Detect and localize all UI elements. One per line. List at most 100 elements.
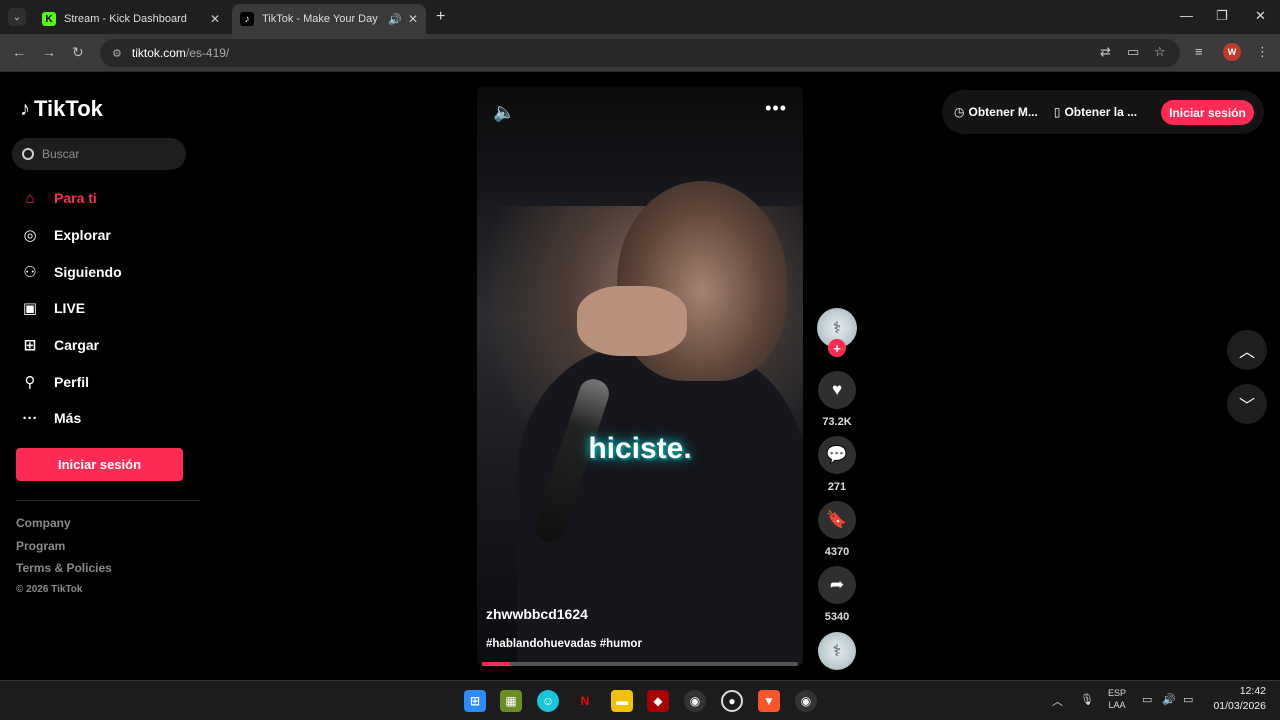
tab-kick-dashboard[interactable]: K Stream - Kick Dashboard ✕	[34, 4, 228, 34]
sidebar-item-cargar[interactable]: ⊞ Cargar	[20, 327, 122, 364]
profile-icon: ⚲	[24, 373, 36, 391]
brave-icon[interactable]: ▼	[758, 690, 780, 712]
language-primary: ESP	[1108, 688, 1127, 698]
system-clock[interactable]: 12:42 01/03/2026	[1206, 685, 1266, 715]
sidebar-item-perfil[interactable]: ⚲ Perfil	[20, 363, 122, 400]
share-button[interactable]: ➦	[818, 566, 856, 604]
chat-app-icon[interactable]: ☺	[537, 690, 559, 712]
footer-link-terms[interactable]: Terms & Policies	[16, 561, 112, 584]
next-video-button[interactable]: ﹀	[1227, 384, 1267, 424]
profile-avatar[interactable]: W	[1223, 43, 1241, 61]
restore-icon[interactable]: ❐	[1216, 8, 1228, 24]
video-player[interactable]: 🔈 ••• hiciste. zhwwbbcd1624 #hablandohue…	[477, 86, 803, 666]
get-app-link[interactable]: ▯ Obtener la ...	[1054, 105, 1137, 119]
reload-icon[interactable]: ↻	[72, 44, 84, 61]
video-frame-hand	[577, 286, 687, 356]
sidebar-item-mas[interactable]: ··· Más	[20, 400, 122, 437]
sidebar-item-label: Siguiendo	[54, 263, 122, 280]
kick-favicon-icon: K	[42, 12, 56, 26]
sidebar-item-live[interactable]: ▣ LIVE	[20, 290, 122, 327]
top-actions-bar: ◷ Obtener M... ▯ Obtener la ... Iniciar …	[942, 90, 1264, 134]
address-bar[interactable]: ⚙ tiktok.com /es-419/	[100, 39, 1180, 67]
sidebar-item-label: LIVE	[54, 300, 86, 317]
site-info-icon[interactable]: ⚙	[112, 47, 122, 60]
file-explorer-icon[interactable]: ▬	[611, 690, 633, 712]
volume-icon[interactable]: 🔈	[493, 102, 515, 123]
phone-icon: ▯	[1053, 105, 1061, 119]
obs-icon[interactable]: ●	[721, 690, 743, 712]
tab-tiktok[interactable]: ♪ TikTok - Make Your Day 🔊 ✕	[232, 4, 426, 34]
microphone-icon[interactable]: 🎙	[1080, 693, 1094, 706]
tab-search-button[interactable]: ⌄	[8, 8, 26, 26]
compass-icon: ◎	[23, 227, 37, 245]
tiktok-page: ♪ TikTok Buscar ⌂ Para ti ◎ Explorar ⚇ S…	[0, 72, 1280, 680]
translate-icon[interactable]: ⇄	[1100, 44, 1111, 60]
browser-menu-icon[interactable]: ⋮	[1256, 44, 1269, 60]
cast-icon[interactable]: ▭	[1127, 44, 1139, 60]
close-tab-icon[interactable]: ✕	[408, 12, 418, 26]
like-button[interactable]: ♥	[818, 371, 856, 409]
sidebar-login-button[interactable]: Iniciar sesión	[16, 448, 183, 481]
sidebar-item-para-ti[interactable]: ⌂ Para ti	[20, 180, 122, 217]
save-button[interactable]: 🔖	[818, 501, 856, 539]
sidebar-item-explorar[interactable]: ◎ Explorar	[20, 217, 122, 254]
close-tab-icon[interactable]: ✕	[210, 12, 220, 26]
close-window-icon[interactable]: ✕	[1255, 8, 1266, 24]
clock-time: 12:42	[1239, 685, 1266, 697]
windows-taskbar: ⊞ ▦ ☺ N ▬ ◆ ◉ ● ▼ ◉ ︿ 🎙 ESP LAA ▭ 🔊 ▭ 12…	[0, 680, 1280, 720]
tab-title: Stream - Kick Dashboard	[64, 13, 187, 25]
battery-icon[interactable]: ▭	[1183, 693, 1193, 706]
language-indicator[interactable]: ESP LAA	[1108, 687, 1126, 711]
media-control-icon[interactable]: ≡	[1195, 44, 1203, 59]
audio-playing-icon[interactable]: 🔊	[388, 13, 402, 26]
sidebar-item-label: Cargar	[54, 337, 100, 354]
network-icon[interactable]: ▭	[1142, 693, 1152, 706]
video-username[interactable]: zhwwbbcd1624	[486, 606, 588, 622]
browser-tab-strip: ⌄ K Stream - Kick Dashboard ✕ ♪ TikTok -…	[0, 0, 1280, 34]
back-icon[interactable]: ←	[12, 44, 26, 60]
tray-overflow-icon[interactable]: ︿	[1052, 693, 1063, 709]
forward-icon[interactable]: →	[42, 44, 56, 60]
more-options-icon[interactable]: •••	[765, 98, 787, 119]
minecraft-icon[interactable]: ▦	[500, 690, 522, 712]
sidebar-item-siguiendo[interactable]: ⚇ Siguiendo	[20, 253, 122, 290]
comment-icon: 💬	[826, 445, 848, 464]
new-tab-button[interactable]: +	[436, 8, 445, 26]
bookmark-star-icon[interactable]: ☆	[1154, 44, 1166, 60]
footer-link-company[interactable]: Company	[16, 516, 112, 539]
coin-icon: ◷	[954, 105, 965, 119]
like-count: 73.2K	[822, 416, 852, 428]
video-progress-bar[interactable]	[482, 662, 798, 666]
start-icon[interactable]: ⊞	[464, 690, 486, 712]
language-secondary: LAA	[1108, 700, 1126, 710]
netflix-icon[interactable]: N	[574, 690, 596, 712]
video-hashtags[interactable]: #hablandohuevadas #humor	[486, 638, 642, 650]
previous-video-button[interactable]: ︿	[1227, 330, 1267, 370]
sidebar-item-label: Para ti	[54, 190, 97, 207]
minimize-icon[interactable]: —	[1180, 8, 1193, 23]
comment-button[interactable]: 💬	[818, 436, 856, 474]
footer-link-program[interactable]: Program	[16, 539, 112, 562]
speaker-icon[interactable]: 🔊	[1162, 693, 1176, 706]
dota-icon[interactable]: ◆	[647, 690, 669, 712]
video-caption: hiciste.	[588, 432, 692, 465]
sound-disc-avatar[interactable]: ⚕	[818, 632, 856, 670]
search-placeholder: Buscar	[42, 147, 80, 161]
logo-text: TikTok	[34, 96, 103, 121]
chrome-icon[interactable]: ◉	[684, 690, 706, 712]
video-progress-fill	[482, 662, 511, 666]
share-icon: ➦	[829, 575, 845, 594]
tiktok-note-icon: ♪	[20, 97, 30, 120]
follow-plus-icon[interactable]: +	[828, 339, 846, 357]
top-login-button[interactable]: Iniciar sesión	[1161, 100, 1254, 125]
sidebar-nav: ⌂ Para ti ◎ Explorar ⚇ Siguiendo ▣ LIVE …	[20, 180, 122, 437]
heart-icon: ♥	[831, 380, 843, 399]
comment-count: 271	[827, 481, 847, 493]
tiktok-logo[interactable]: ♪ TikTok	[20, 96, 103, 122]
chevron-down-icon: ﹀	[1238, 398, 1255, 415]
chrome-alt-icon[interactable]: ◉	[795, 690, 817, 712]
get-coins-link[interactable]: ◷ Obtener M...	[954, 105, 1038, 119]
tab-title: TikTok - Make Your Day	[262, 13, 378, 25]
search-input[interactable]: Buscar	[12, 138, 186, 170]
search-icon	[22, 148, 34, 160]
